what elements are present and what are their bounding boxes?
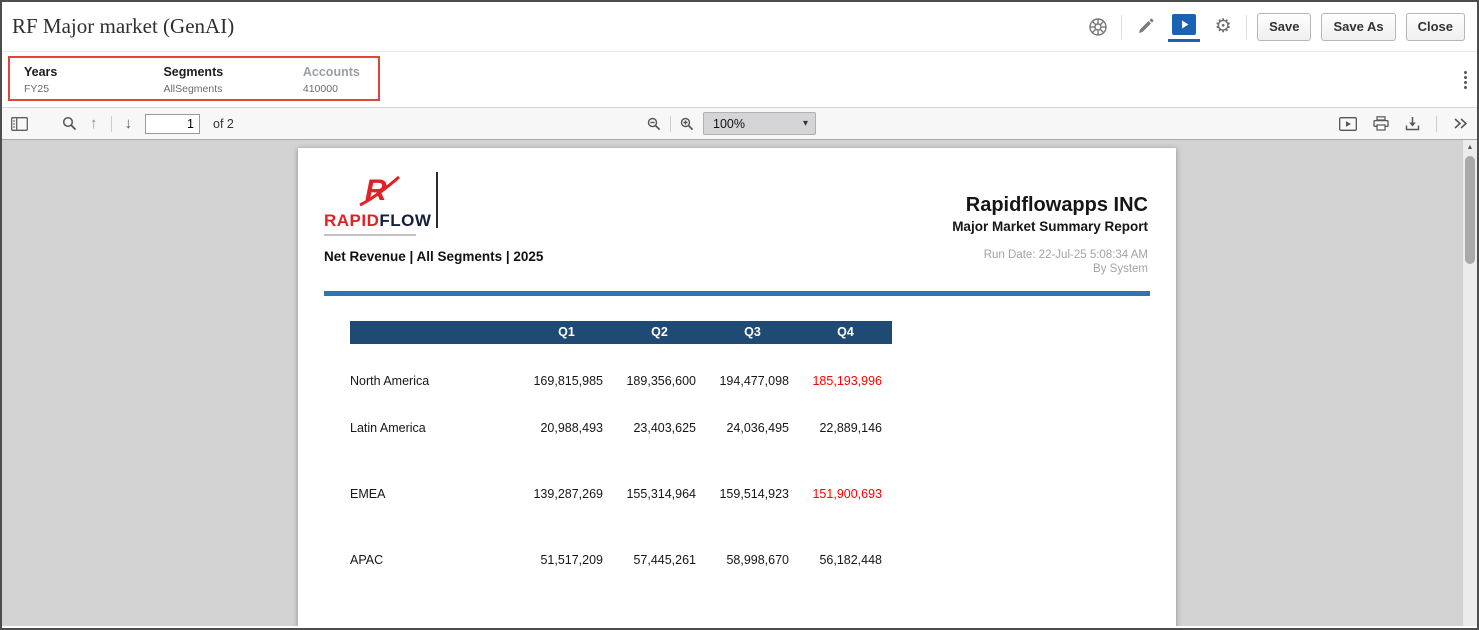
table-cell: 22,889,146 [799,388,892,435]
pov-selection-box: Years FY25 Segments AllSegments Accounts… [8,56,380,101]
table-row: APAC 51,517,209 57,445,261 58,998,670 56… [350,501,892,567]
logo-flow-text: FLOW [379,211,431,230]
table-cell: 169,815,985 [520,344,613,388]
pov-wheel-icon[interactable] [1085,12,1111,42]
previous-page-icon[interactable]: ↑ [90,116,98,131]
save-button[interactable]: Save [1257,13,1311,41]
page-number-input[interactable] [145,114,200,134]
close-button[interactable]: Close [1406,13,1465,41]
rapidflow-r-emblem-icon: R [356,172,402,208]
save-as-button[interactable]: Save As [1321,13,1395,41]
gear-glyph: ⚙ [1215,17,1232,36]
table-cell: 194,477,098 [706,344,799,388]
pov-value[interactable]: 410000 [303,83,364,95]
pdf-viewer-area: R RAPIDFLOW Net Revenue | All Segments |… [2,140,1477,626]
run-report-tab-active[interactable] [1168,11,1200,42]
table-cell: 159,514,923 [706,435,799,501]
column-header-q3: Q3 [706,321,799,344]
table-cell: 56,182,448 [799,501,892,567]
scrollbar-thumb[interactable] [1465,156,1475,264]
pov-options-kebab-icon[interactable] [1463,70,1468,89]
page-title: RF Major market (GenAI) [12,14,234,39]
pov-label: Accounts [303,65,364,79]
pov-dimension-years[interactable]: Years FY25 [10,62,149,95]
table-header-row: Q1 Q2 Q3 Q4 [350,321,892,344]
edit-pencil-icon[interactable] [1132,12,1158,42]
table-cell: 57,445,261 [613,501,706,567]
report-page-content: R RAPIDFLOW Net Revenue | All Segments |… [298,148,1176,626]
pdf-toolbar-center: 100% ▾ [647,108,816,139]
toolbar-divider [1436,116,1437,132]
header-divider [1121,15,1122,39]
pov-dimension-accounts[interactable]: Accounts 410000 [289,62,378,95]
zoom-level-value: 100% [713,117,745,131]
pov-bar: Years FY25 Segments AllSegments Accounts… [2,52,1477,107]
toolbar-divider [670,116,671,132]
pov-label: Segments [163,65,274,79]
run-play-icon[interactable] [1172,14,1196,35]
logo-wordmark: RAPIDFLOW [324,211,446,231]
report-title: Major Market Summary Report [952,219,1148,234]
row-label: Latin America [350,388,520,435]
page-count-label: of 2 [213,117,234,131]
header-actions: ⚙ Save Save As Close [1085,11,1465,42]
row-label: EMEA [350,435,520,501]
table-cell: 23,403,625 [613,388,706,435]
report-header-block: Rapidflowapps INC Major Market Summary R… [952,194,1148,275]
presentation-mode-icon[interactable] [1339,117,1357,131]
company-name: Rapidflowapps INC [952,194,1148,217]
settings-gear-icon[interactable]: ⚙ [1210,12,1236,42]
table-row: EMEA 139,287,269 155,314,964 159,514,923… [350,435,892,501]
table-cell: 20,988,493 [520,388,613,435]
print-icon[interactable] [1373,116,1389,131]
scroll-up-arrow-icon[interactable]: ▲ [1463,140,1477,154]
table-cell: 24,036,495 [706,388,799,435]
logo-tagline-line [324,234,416,236]
logo-rapid-text: RAPID [324,211,379,230]
report-page: R RAPIDFLOW Net Revenue | All Segments |… [298,148,1176,626]
run-date: Run Date: 22-Jul-25 5:08:34 AM [952,249,1148,261]
table-cell: 155,314,964 [613,435,706,501]
column-header-q4: Q4 [799,321,892,344]
toolbar-divider [111,116,112,132]
column-header-q2: Q2 [613,321,706,344]
search-icon[interactable] [62,116,77,131]
report-table: Q1 Q2 Q3 Q4 North America 169,815,985 18… [350,321,892,567]
table-cell-negative: 185,193,996 [799,344,892,388]
table-cell: 139,287,269 [520,435,613,501]
header-divider [1246,15,1247,39]
empty-header-cell [350,321,520,344]
table-row: Latin America 20,988,493 23,403,625 24,0… [350,388,892,435]
zoom-out-icon[interactable] [647,117,661,131]
zoom-level-select[interactable]: 100% ▾ [703,112,816,135]
next-page-icon[interactable]: ↓ [125,116,133,131]
row-label: North America [350,344,520,388]
run-by: By System [952,263,1148,275]
pov-value[interactable]: FY25 [24,83,135,95]
pov-value[interactable]: AllSegments [163,83,274,95]
pdf-toolbar: ↑ ↓ of 2 [2,107,1477,140]
row-label: APAC [350,501,520,567]
company-logo: R RAPIDFLOW [324,172,446,236]
vertical-scrollbar[interactable]: ▲ [1462,140,1477,626]
pov-label: Years [24,65,135,79]
sidebar-toggle-icon[interactable] [11,117,28,131]
more-tools-icon[interactable] [1453,117,1468,130]
pdf-toolbar-left: ↑ ↓ of 2 [2,114,234,134]
table-cell: 189,356,600 [613,344,706,388]
download-icon[interactable] [1405,116,1420,131]
header-accent-rule [324,291,1150,296]
chevron-down-icon: ▾ [803,118,808,129]
table-row: North America 169,815,985 189,356,600 19… [350,344,892,388]
logo-divider-line [436,172,438,228]
pov-dimension-segments[interactable]: Segments AllSegments [149,62,288,95]
zoom-in-icon[interactable] [680,117,694,131]
app-window: RF Major market (GenAI) [0,0,1479,630]
table-cell-negative: 151,900,693 [799,435,892,501]
table-cell: 58,998,670 [706,501,799,567]
top-header-bar: RF Major market (GenAI) [2,2,1477,52]
column-header-q1: Q1 [520,321,613,344]
table-cell: 51,517,209 [520,501,613,567]
pdf-toolbar-right [1339,108,1468,139]
